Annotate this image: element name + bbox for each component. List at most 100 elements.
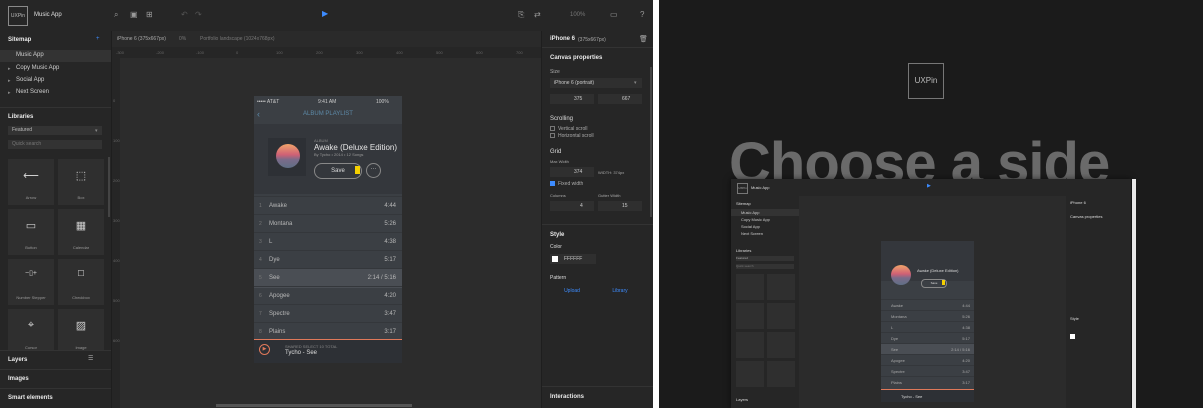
size-select[interactable]: iPhone 6 (portrait)	[550, 78, 642, 88]
horizontal-scroll-checkbox[interactable]	[550, 133, 555, 138]
chevron-right-icon[interactable]: ▸	[8, 90, 11, 96]
library-tile[interactable]: ▨ Image	[58, 309, 104, 355]
library-button[interactable]: Library	[598, 286, 642, 296]
choose-side-screenshot: UXPin Choose a side UXPin Music App ▶ Si…	[659, 0, 1203, 408]
chevron-down-icon[interactable]: ▾	[634, 80, 637, 86]
chevron-right-icon[interactable]: ▸	[8, 78, 11, 84]
mini-track-duration: 2:14 / 5:16	[951, 347, 970, 352]
track-title: Spectre	[269, 311, 290, 317]
library-search-input[interactable]: Quick search	[8, 140, 102, 149]
sitemap-item[interactable]: Social App	[16, 77, 44, 83]
tab-percent[interactable]: 0%	[179, 36, 186, 42]
ruler-tick: 400	[396, 50, 403, 55]
columns-input[interactable]: 4	[550, 201, 594, 211]
vertical-scroll-label: Vertical scroll	[558, 126, 588, 132]
track-row[interactable]: 2 Montana 5:26	[254, 214, 402, 234]
track-duration: 4:20	[384, 293, 396, 299]
editor-thumbnail[interactable]: UXPin Music App ▶ Sitemap Music App Copy…	[731, 179, 1131, 408]
redo-icon[interactable]: ↷	[195, 10, 202, 19]
color-input[interactable]: FFFFFF	[550, 254, 596, 264]
height-input[interactable]: 667	[598, 94, 642, 104]
mini-now-playing: Tycho - See	[901, 394, 923, 399]
play-icon[interactable]: ▶	[322, 9, 328, 18]
tab-breakpoint[interactable]: Portfolio landscape (1024x768px)	[200, 36, 275, 42]
canvas-tabs: iPhone 6 (375x667px) 0% Portfolio landsc…	[112, 31, 541, 48]
scroll-thumb[interactable]	[1132, 179, 1136, 408]
mini-track-row: Plains 3:17	[881, 376, 974, 388]
library-tile[interactable]: ⬚ Box	[58, 159, 104, 205]
add-page-icon[interactable]: ⊞	[146, 10, 153, 19]
track-row[interactable]: 1 Awake 4:44	[254, 196, 402, 216]
sitemap-item[interactable]: Music App	[16, 52, 44, 58]
interactions-title[interactable]: Interactions	[550, 394, 584, 400]
ruler-tick: 0	[236, 50, 239, 55]
mini-track-duration: 4:38	[962, 325, 970, 330]
layers-section[interactable]: Layers ☰	[0, 350, 111, 369]
library-tile[interactable]: ▭ Button	[8, 209, 54, 255]
track-row[interactable]: 5 See 2:14 / 5:16	[254, 268, 402, 288]
pattern-label: Pattern	[550, 275, 567, 281]
save-badge	[355, 166, 360, 174]
list-icon: ☰	[88, 356, 94, 362]
track-title: Apogee	[269, 293, 290, 299]
track-row[interactable]: 6 Apogee 4:20	[254, 286, 402, 306]
help-icon[interactable]: ?	[640, 10, 644, 19]
sitemap-item[interactable]: Next Screen	[16, 89, 49, 95]
props-scrollbar[interactable]	[650, 67, 652, 217]
mini-tile	[767, 332, 795, 358]
mini-track-duration: 3:17	[962, 380, 970, 385]
play-circle-icon[interactable]: ▶	[259, 344, 270, 355]
undo-icon[interactable]: ↶	[181, 10, 188, 19]
zoom-level[interactable]: 100%	[570, 12, 585, 18]
library-tile[interactable]: ☐ Checkbox	[58, 259, 104, 305]
library-select[interactable]: Featured	[8, 126, 102, 135]
library-tile[interactable]: −▯+ Number Stepper	[8, 259, 54, 305]
mini-properties: iPhone 6 Canvas properties Style	[1066, 196, 1131, 408]
fixed-width-checkbox[interactable]	[550, 181, 555, 186]
sitemap-item[interactable]: Copy Music App	[16, 65, 59, 71]
add-page-button[interactable]: +	[96, 36, 100, 42]
library-tile[interactable]: ⌖ Cursor	[8, 309, 54, 355]
mini-track-duration: 4:20	[962, 358, 970, 363]
tab-device[interactable]: iPhone 6 (375x667px)	[117, 36, 166, 42]
export-icon[interactable]: ⎘	[518, 10, 524, 20]
search-icon[interactable]: ⌕	[114, 10, 118, 20]
ruler-tick: -300	[116, 50, 125, 55]
gutter-input[interactable]: 15	[598, 201, 642, 211]
chevron-down-icon[interactable]: ▾	[95, 128, 98, 134]
upload-button[interactable]: Upload	[550, 286, 594, 296]
library-tile[interactable]: ▦ Calendar	[58, 209, 104, 255]
track-row[interactable]: 4 Dye 5:17	[254, 250, 402, 270]
ruler-tick: 300	[113, 218, 120, 223]
mini-device-name: iPhone 6	[1070, 200, 1086, 205]
images-section[interactable]: Images	[0, 369, 111, 388]
mini-libraries-title: Libraries	[736, 248, 752, 253]
share-icon[interactable]: ⇄	[534, 10, 541, 19]
mini-player[interactable]: ▶ SHARED SELECT 10 TOTAL Tycho - See	[254, 339, 402, 363]
library-tile[interactable]: ⟵ Arrow	[8, 159, 54, 205]
max-width-input[interactable]: 374	[550, 167, 594, 177]
app-name: Music App	[34, 12, 62, 18]
phone-mockup[interactable]: ••••• AT&T 9:41 AM 100% ‹ ALBUM PLAYLIST…	[254, 96, 402, 363]
smart-elements-section[interactable]: Smart elements	[0, 388, 111, 407]
scrollbar[interactable]	[108, 157, 110, 217]
track-row[interactable]: 3 L 4:38	[254, 232, 402, 252]
comment-icon[interactable]: ▭	[610, 10, 618, 19]
vertical-scroll-checkbox[interactable]	[550, 126, 555, 131]
track-row[interactable]: 7 Spectre 3:47	[254, 304, 402, 324]
width-input[interactable]: 375	[550, 94, 594, 104]
chevron-right-icon[interactable]: ▸	[8, 66, 11, 72]
mini-track-title: Apogee	[891, 358, 905, 363]
track-duration: 5:26	[384, 221, 396, 227]
more-icon[interactable]: ···	[366, 163, 381, 178]
uxpin-logo[interactable]: UXPin	[8, 6, 28, 26]
mini-layers-label: Layers	[736, 397, 749, 402]
track-title: Plains	[269, 329, 286, 335]
left-sidebar: Sitemap + Music App ▸ Copy Music App ▸ S…	[0, 31, 112, 408]
color-swatch[interactable]	[552, 256, 558, 262]
mini-track-title: Dye	[891, 336, 899, 341]
image-icon[interactable]: ▣	[130, 10, 138, 19]
horizontal-scrollbar[interactable]	[216, 404, 412, 407]
track-title: Dye	[269, 257, 280, 263]
trash-icon[interactable]: 🗑	[639, 35, 648, 43]
